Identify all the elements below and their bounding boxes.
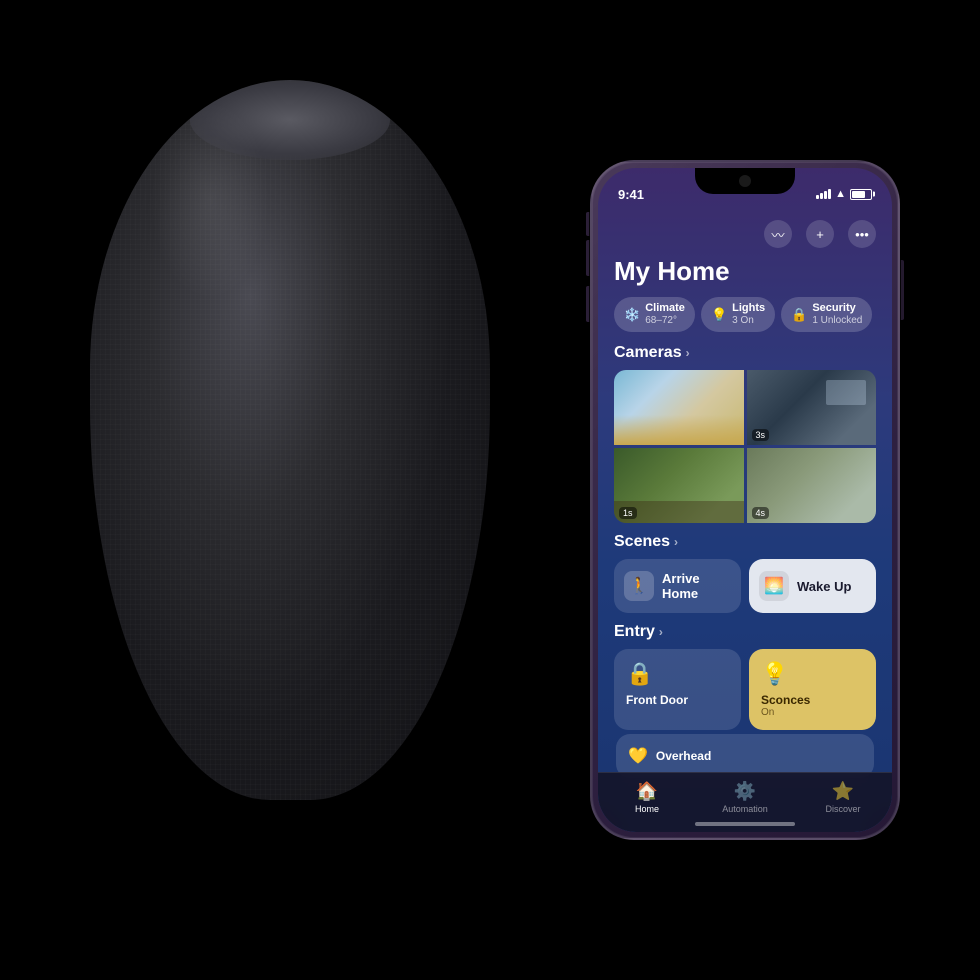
siri-waveform-icon: 〰 bbox=[771, 225, 784, 244]
homepod-gloss bbox=[150, 100, 270, 300]
cameras-label: Cameras bbox=[614, 344, 682, 362]
plus-icon: + bbox=[816, 227, 824, 242]
wake-up-icon: 🌅 bbox=[759, 571, 789, 601]
climate-value: 68–72° bbox=[645, 315, 685, 327]
homepod bbox=[60, 80, 520, 860]
camera-thumb-1[interactable] bbox=[614, 370, 744, 445]
lights-icon: 💡 bbox=[711, 307, 727, 323]
scenes-chevron: › bbox=[674, 535, 678, 549]
iphone-side-button bbox=[900, 260, 904, 320]
entry-section: Entry › 🔒 Front Door 💡 Sconces On bbox=[598, 623, 892, 788]
ellipsis-icon: ••• bbox=[855, 227, 869, 242]
camera-4-time: 4s bbox=[752, 507, 770, 519]
scenes-header[interactable]: Scenes › bbox=[614, 533, 876, 551]
camera-grid: 3s 1s 4s bbox=[614, 370, 876, 523]
status-chips-row: ❄️ Climate 68–72° 💡 Lights 3 On bbox=[598, 297, 892, 344]
iphone-front-camera bbox=[739, 175, 751, 187]
discover-tab-label: Discover bbox=[825, 804, 860, 814]
wake-up-label: Wake Up bbox=[797, 579, 851, 594]
iphone-frame: 9:41 ▲ bbox=[590, 160, 900, 840]
status-time: 9:41 bbox=[618, 187, 644, 202]
camera-thumb-4[interactable]: 4s bbox=[747, 448, 877, 523]
signal-icon bbox=[816, 189, 831, 199]
scenes-row: 🚶 Arrive Home 🌅 Wake Up bbox=[614, 559, 876, 613]
scenes-section: Scenes › 🚶 Arrive Home 🌅 Wake Up bbox=[598, 533, 892, 623]
home-tab-label: Home bbox=[635, 804, 659, 814]
front-door-label: Front Door bbox=[626, 693, 729, 707]
sconces-card[interactable]: 💡 Sconces On bbox=[749, 649, 876, 730]
lights-value: 3 On bbox=[732, 315, 765, 327]
iphone: 9:41 ▲ bbox=[590, 160, 900, 840]
arrive-home-button[interactable]: 🚶 Arrive Home bbox=[614, 559, 741, 613]
climate-chip[interactable]: ❄️ Climate 68–72° bbox=[614, 297, 695, 332]
sconces-sub: On bbox=[761, 707, 864, 718]
camera-2-time: 3s bbox=[752, 429, 770, 441]
battery-fill bbox=[852, 191, 865, 198]
camera-3-time: 1s bbox=[619, 507, 637, 519]
camera-thumb-3[interactable]: 1s bbox=[614, 448, 744, 523]
home-tab-icon: 🏠 bbox=[636, 781, 658, 802]
security-chip[interactable]: 🔒 Security 1 Unlocked bbox=[781, 297, 872, 332]
app-content: 〰 + ••• My Home ❄️ Climat bbox=[598, 212, 892, 832]
automation-tab-label: Automation bbox=[722, 804, 768, 814]
siri-waveform-button[interactable]: 〰 bbox=[764, 220, 792, 248]
battery-icon bbox=[850, 189, 872, 200]
security-value: 1 Unlocked bbox=[812, 315, 862, 327]
automation-tab-icon: ⚙️ bbox=[734, 781, 756, 802]
discover-tab-icon: ⭐ bbox=[832, 781, 854, 802]
cameras-section: Cameras › 3s 1s 4s bbox=[598, 344, 892, 533]
cameras-chevron: › bbox=[686, 346, 690, 360]
page-title: My Home bbox=[598, 254, 892, 297]
sconces-label: Sconces bbox=[761, 693, 864, 707]
camera-thumb-2[interactable]: 3s bbox=[747, 370, 877, 445]
arrive-home-icon: 🚶 bbox=[624, 571, 654, 601]
sconces-icon: 💡 bbox=[761, 661, 864, 687]
app-header: 〰 + ••• bbox=[598, 212, 892, 254]
lights-chip[interactable]: 💡 Lights 3 On bbox=[701, 297, 775, 332]
climate-label: Climate bbox=[645, 302, 685, 315]
climate-icon: ❄️ bbox=[624, 307, 640, 323]
entry-grid: 🔒 Front Door 💡 Sconces On bbox=[614, 649, 876, 730]
more-button[interactable]: ••• bbox=[848, 220, 876, 248]
homepod-shadow bbox=[100, 800, 480, 860]
iphone-screen: 9:41 ▲ bbox=[598, 168, 892, 832]
wifi-icon: ▲ bbox=[835, 188, 846, 200]
tab-discover[interactable]: ⭐ Discover bbox=[794, 781, 892, 814]
iphone-notch bbox=[695, 168, 795, 194]
overhead-icon: 💛 bbox=[628, 746, 648, 766]
entry-header[interactable]: Entry › bbox=[614, 623, 876, 641]
front-door-icon: 🔒 bbox=[626, 661, 729, 687]
entry-chevron: › bbox=[659, 625, 663, 639]
add-button[interactable]: + bbox=[806, 220, 834, 248]
security-label: Security bbox=[812, 302, 862, 315]
entry-label: Entry bbox=[614, 623, 655, 641]
overhead-label: Overhead bbox=[656, 749, 711, 763]
homepod-body bbox=[90, 80, 490, 800]
home-indicator bbox=[695, 822, 795, 826]
arrive-home-label: Arrive Home bbox=[662, 571, 731, 601]
wake-up-button[interactable]: 🌅 Wake Up bbox=[749, 559, 876, 613]
status-icons: ▲ bbox=[816, 188, 872, 200]
tab-automation[interactable]: ⚙️ Automation bbox=[696, 781, 794, 814]
front-door-card[interactable]: 🔒 Front Door bbox=[614, 649, 741, 730]
lights-label: Lights bbox=[732, 302, 765, 315]
security-icon: 🔒 bbox=[791, 307, 807, 323]
cameras-header[interactable]: Cameras › bbox=[614, 344, 876, 362]
tab-bar: 🏠 Home ⚙️ Automation ⭐ Discover bbox=[598, 772, 892, 832]
tab-home[interactable]: 🏠 Home bbox=[598, 781, 696, 814]
scenes-label: Scenes bbox=[614, 533, 670, 551]
